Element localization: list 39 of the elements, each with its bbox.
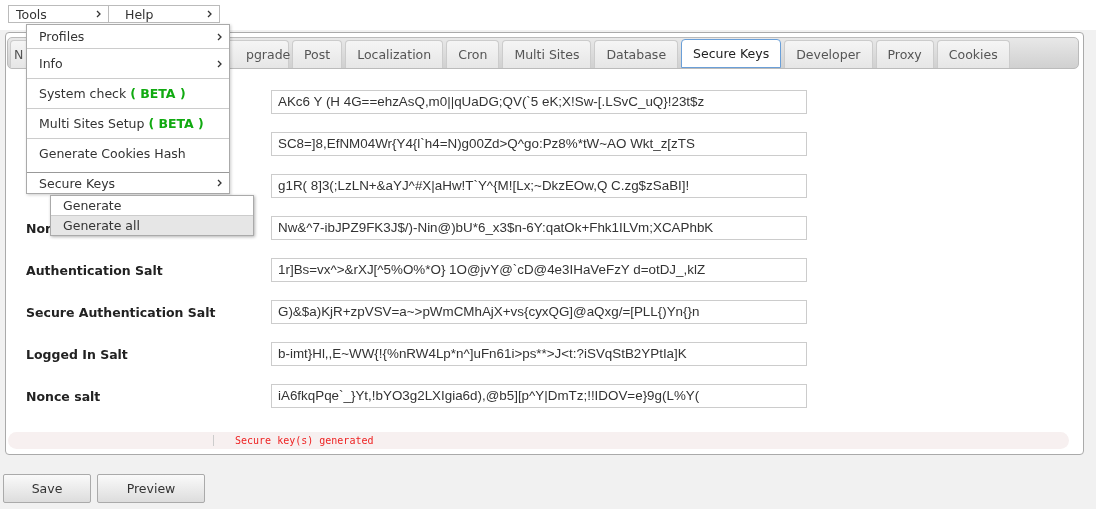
menu-item[interactable]: Info (27, 49, 229, 79)
field-label: Logged In Salt (26, 346, 128, 362)
chevron-icon (217, 32, 223, 41)
menu-bar-item[interactable]: Tools (8, 5, 109, 23)
chevron-icon (217, 179, 223, 187)
tab[interactable]: Database (594, 40, 679, 68)
chevron-icon (207, 10, 213, 18)
tab[interactable]: Localization (345, 40, 444, 68)
field-label: Authentication Salt (26, 262, 163, 278)
tab[interactable]: Secure Keys (681, 39, 782, 68)
input-field[interactable]: 1r]Bs=vx^>&rXJ[^5%O%*O} 1O@jvY@`cD@4e3IHaVeFzY d=otDJ_,klZ (271, 258, 807, 282)
menu-item[interactable]: Generate Cookies Hash (27, 139, 229, 173)
field-label: Nor (26, 220, 52, 236)
tab[interactable]: Post (292, 40, 343, 68)
field-label: Secure Authentication Salt (26, 304, 216, 320)
input-field[interactable]: iA6fkqPqe`_}Yt,!bYO3g2LXIgia6d),@b5][p^Y|DmTz;!!IDOV=e}9g(L%Y( (271, 384, 807, 408)
menu-item[interactable]: Secure Keys (27, 173, 229, 193)
input-field[interactable]: b-imt}Hl,,E~WW{!{%nRW4Lp*n^]uFn61i>ps**>J<t:?iSVqStB2YPtIa]K (271, 342, 807, 366)
chevron-icon (96, 10, 102, 18)
input-field[interactable]: SC8=]8,EfNM04Wr{Y4{l`h4=N)g00Zd>Q^go:Pz8%*tW~AO Wkt_z[zTS (271, 132, 807, 156)
input-field[interactable]: AKc6 Y (H 4G==ehzAsQ,m0||qUaDG;QV(`5 eK;X!Sw-[.LSvC_uQ}!23t$z (271, 90, 807, 114)
status-message: Secure key(s) generated (235, 435, 374, 446)
input-field[interactable]: G)&$a)KjR+zpVSV=a~>pWmCMhAjX+vs{cyxQG]@aQxg/=[PLL{)Yn{}n (271, 300, 807, 324)
input-field[interactable]: g1R( 8]3(;LzLN+&aYJ^#X|aHw!T`Y^{M![Lx;~DkzEOw,Q C.zg$zSaBI]! (271, 174, 807, 198)
menu-item[interactable]: Profiles (27, 25, 229, 49)
tab[interactable]: Cookies (936, 40, 1010, 68)
action-button[interactable]: Preview (97, 474, 205, 503)
menu-item[interactable]: Multi Sites Setup ( BETA ) (27, 109, 229, 139)
menu-item[interactable]: System check ( BETA ) (27, 79, 229, 109)
chevron-icon (217, 59, 223, 68)
menu-bar-item[interactable]: Help (109, 5, 220, 23)
field-label: Nonce salt (26, 388, 101, 404)
menu-item[interactable]: Generate all (51, 216, 253, 235)
tab[interactable]: Multi Sites (502, 40, 592, 68)
tab[interactable]: Cron (446, 40, 500, 68)
tab[interactable]: Proxy (875, 40, 934, 68)
tab[interactable]: Developer (784, 40, 873, 68)
action-button[interactable]: Save (3, 474, 91, 503)
input-field[interactable]: Nw&^7-ibJPZ9FK3J$/)-Nin@)bU*6_x3$n-6Y:qatOk+Fhk1ILVm;XCAPhbK (271, 216, 807, 240)
